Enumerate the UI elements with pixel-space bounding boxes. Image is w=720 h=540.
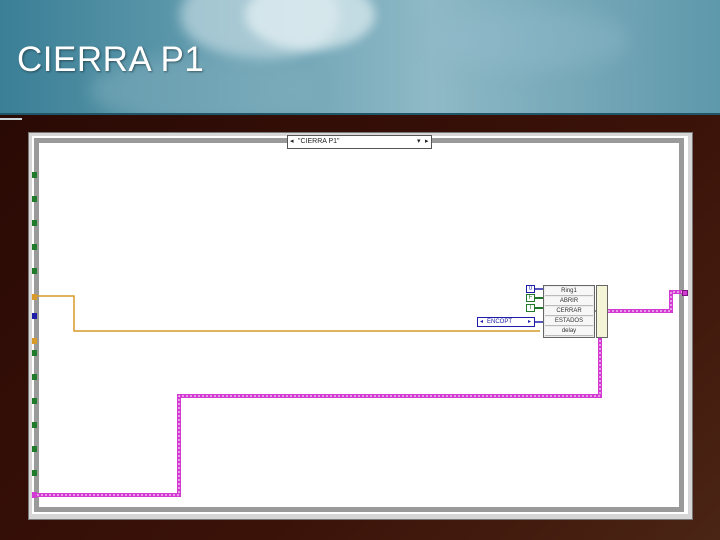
case-dropdown-icon[interactable]: ▾ <box>417 136 421 148</box>
tunnel[interactable] <box>32 268 37 274</box>
side-accent-line <box>0 118 22 120</box>
tunnel[interactable] <box>32 398 37 404</box>
bundle-field[interactable]: ABRIR <box>545 297 593 306</box>
tunnel[interactable] <box>32 350 37 356</box>
right-output-tunnel[interactable] <box>682 290 688 296</box>
case-selector[interactable]: ◂ "CIERRA P1" ▾ ▸ <box>287 135 432 149</box>
case-next-arrow-icon[interactable]: ▸ <box>425 136 429 148</box>
tunnel[interactable] <box>32 244 37 250</box>
tunnel[interactable] <box>32 446 37 452</box>
tunnel[interactable] <box>32 294 37 300</box>
tunnel[interactable] <box>32 492 37 498</box>
enum-constant-label: ENCOPT <box>487 319 513 325</box>
true-constant[interactable]: T <box>526 304 535 312</box>
enum-next-arrow-icon[interactable]: ▸ <box>528 318 531 326</box>
bundle-field[interactable]: ESTADOS <box>545 317 593 326</box>
bundle-field[interactable]: delay <box>545 327 593 336</box>
case-prev-arrow-icon[interactable]: ◂ <box>290 136 294 148</box>
tunnel[interactable] <box>32 338 37 344</box>
enum-prev-arrow-icon[interactable]: ◂ <box>480 318 483 326</box>
tunnel[interactable] <box>32 374 37 380</box>
tunnel[interactable] <box>32 172 37 178</box>
bundle-input-cluster[interactable] <box>596 285 608 338</box>
numeric-constant[interactable]: 0 <box>526 285 535 293</box>
tunnel[interactable] <box>32 470 37 476</box>
tunnel[interactable] <box>32 196 37 202</box>
slide-header: CIERRA P1 <box>0 0 720 113</box>
header-decoration <box>430 10 630 70</box>
bundle-field[interactable]: CERRAR <box>545 307 593 316</box>
case-selector-label: "CIERRA P1" <box>298 138 340 145</box>
false-constant[interactable]: F <box>526 294 535 302</box>
bundle-by-name-node[interactable]: Ring1 ABRIR CERRAR ESTADOS delay <box>543 285 595 338</box>
tunnel[interactable] <box>32 422 37 428</box>
slide-title: CIERRA P1 <box>17 40 205 79</box>
tunnel[interactable] <box>32 220 37 226</box>
bundle-field[interactable]: Ring1 <box>545 287 593 296</box>
tunnel[interactable] <box>32 313 37 319</box>
left-tunnel-column <box>32 170 37 500</box>
enum-constant[interactable]: ◂ ENCOPT ▸ <box>477 317 535 327</box>
